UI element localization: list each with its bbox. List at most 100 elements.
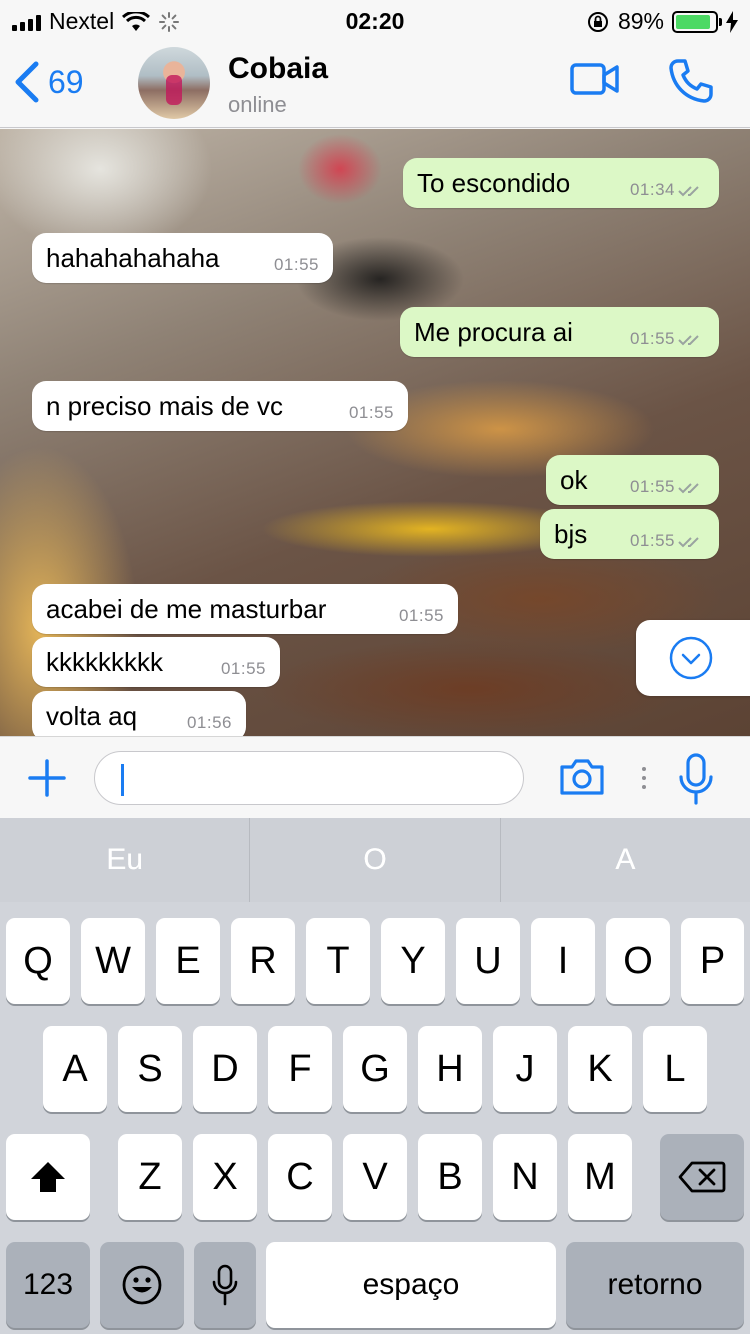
key-l[interactable]: L (643, 1026, 707, 1112)
key-q[interactable]: Q (6, 918, 70, 1004)
key-v[interactable]: V (343, 1134, 407, 1220)
key-f[interactable]: F (268, 1026, 332, 1112)
read-ticks-icon (678, 537, 699, 548)
message-bubble[interactable]: ok 01:55 (546, 455, 719, 505)
battery-icon (672, 10, 722, 33)
message-bubble[interactable]: n preciso mais de vc 01:55 (32, 381, 408, 431)
backspace-icon (678, 1161, 726, 1193)
backspace-key[interactable] (660, 1134, 744, 1220)
phone-call-icon[interactable] (668, 58, 714, 104)
suggestion-item[interactable]: A (499, 818, 750, 902)
emoji-key[interactable] (100, 1242, 184, 1328)
contact-name[interactable]: Cobaia (228, 52, 328, 86)
video-call-icon[interactable] (570, 62, 620, 96)
key-b[interactable]: B (418, 1134, 482, 1220)
chat-area[interactable]: To escondido 01:34 hahahahahaha 01:55 Me… (0, 129, 750, 736)
message-time: 01:55 (348, 403, 394, 422)
battery-level (676, 14, 710, 29)
shift-icon (31, 1162, 65, 1192)
message-bubble[interactable]: kkkkkkkkk 01:55 (32, 637, 280, 687)
key-s[interactable]: S (118, 1026, 182, 1112)
key-g[interactable]: G (343, 1026, 407, 1112)
suggestion-label: O (363, 843, 387, 876)
key-o[interactable]: O (606, 918, 670, 1004)
key-h[interactable]: H (418, 1026, 482, 1112)
chevron-down-circle-icon (669, 636, 713, 680)
message-time: 01:56 (186, 713, 232, 732)
message-text: n preciso mais de vc (46, 390, 283, 421)
suggestion-label: Eu (106, 843, 144, 876)
message-time: 01:55 (220, 659, 266, 678)
suggestion-item[interactable]: O (249, 818, 499, 902)
return-key[interactable]: retorno (566, 1242, 744, 1328)
key-m[interactable]: M (568, 1134, 632, 1220)
keyboard: Q W E R T Y U I O P A S D F G H J K L Z … (0, 902, 750, 1334)
message-time: 01:34 (629, 180, 675, 199)
key-a[interactable]: A (43, 1026, 107, 1112)
message-bubble[interactable]: To escondido 01:34 (403, 158, 719, 208)
suggestion-label: A (615, 843, 636, 876)
space-key[interactable]: espaço (266, 1242, 556, 1328)
key-r[interactable]: R (231, 918, 295, 1004)
camera-icon[interactable] (558, 757, 606, 797)
message-text: Me procura ai (414, 316, 573, 347)
key-j[interactable]: J (493, 1026, 557, 1112)
text-caret (121, 764, 124, 796)
key-u[interactable]: U (456, 918, 520, 1004)
key-w[interactable]: W (81, 918, 145, 1004)
orientation-lock-icon (587, 11, 608, 32)
key-k[interactable]: K (568, 1026, 632, 1112)
status-right: 89% (586, 8, 738, 35)
quicktype-suggestions: Eu O A (0, 818, 750, 902)
suggestion-item[interactable]: Eu (0, 818, 249, 902)
chat-header: 69 Cobaia online (0, 40, 750, 128)
back-chevron-icon (15, 61, 39, 103)
message-time: 01:55 (629, 531, 675, 550)
contact-avatar[interactable] (138, 47, 210, 119)
dictation-key[interactable] (194, 1242, 256, 1328)
emoji-icon (122, 1265, 162, 1305)
key-y[interactable]: Y (381, 918, 445, 1004)
key-x[interactable]: X (193, 1134, 257, 1220)
key-i[interactable]: I (531, 918, 595, 1004)
message-bubble[interactable]: hahahahahaha 01:55 (32, 233, 333, 283)
message-text: volta aq (46, 700, 138, 731)
message-bubble[interactable]: bjs 01:55 (540, 509, 719, 559)
unread-count: 69 (48, 63, 84, 100)
message-text: kkkkkkkkk (46, 646, 163, 677)
message-time: 01:55 (629, 477, 675, 496)
battery-percent: 89% (617, 8, 664, 34)
dictation-mic-icon (212, 1264, 238, 1306)
key-z[interactable]: Z (118, 1134, 182, 1220)
message-text: hahahahahaha (46, 242, 220, 273)
message-time: 01:55 (629, 329, 675, 348)
message-time: 01:55 (398, 606, 444, 625)
read-ticks-icon (678, 186, 699, 197)
message-text: acabei de me masturbar (46, 593, 327, 624)
numbers-key[interactable]: 123 (6, 1242, 90, 1328)
key-d[interactable]: D (193, 1026, 257, 1112)
charging-bolt-icon (726, 10, 738, 33)
message-input[interactable] (94, 751, 524, 805)
read-ticks-icon (678, 483, 699, 494)
plus-icon[interactable] (28, 759, 66, 797)
message-bubble[interactable]: Me procura ai 01:55 (400, 307, 719, 357)
contact-status: online (228, 92, 287, 117)
key-t[interactable]: T (306, 918, 370, 1004)
read-ticks-icon (678, 335, 699, 346)
message-text: ok (560, 464, 588, 495)
microphone-icon[interactable] (678, 753, 714, 805)
message-bubble[interactable]: volta aq 01:56 (32, 691, 246, 736)
key-p[interactable]: P (681, 918, 744, 1004)
back-button[interactable]: 69 (14, 60, 84, 104)
scroll-to-bottom-button[interactable] (636, 620, 750, 696)
more-dots-icon[interactable] (640, 765, 648, 791)
key-n[interactable]: N (493, 1134, 557, 1220)
key-c[interactable]: C (268, 1134, 332, 1220)
key-e[interactable]: E (156, 918, 220, 1004)
status-bar: Nextel 02:20 89% (0, 0, 750, 40)
message-text: To escondido (417, 167, 571, 198)
message-bubble[interactable]: acabei de me masturbar 01:55 (32, 584, 458, 634)
message-text: bjs (554, 518, 588, 549)
shift-key[interactable] (6, 1134, 90, 1220)
